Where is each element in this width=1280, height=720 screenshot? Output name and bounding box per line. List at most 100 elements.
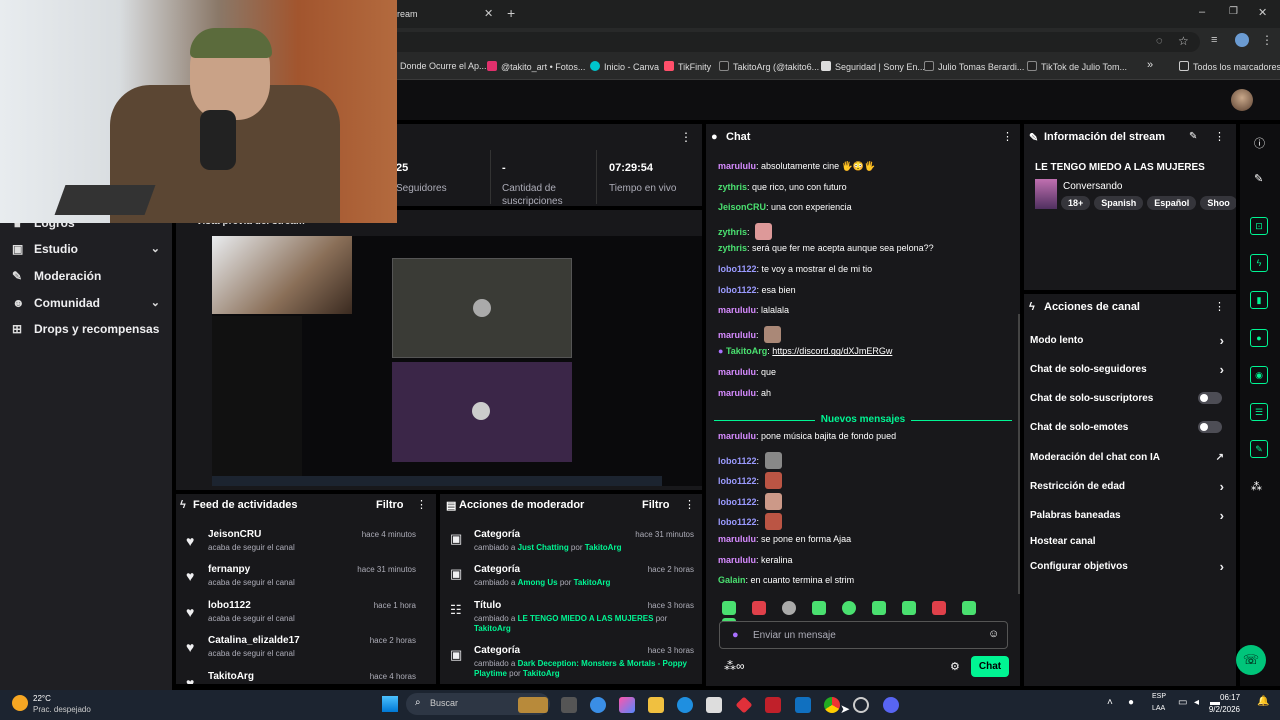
pencil-icon[interactable]: ✎	[1254, 172, 1263, 185]
emoji-icon[interactable]: ☺	[988, 628, 999, 640]
feed-row[interactable]: ♥ fernanpy acaba de seguir el canal hace 31…	[176, 564, 426, 600]
feed-row[interactable]: ♥ TakitoArg hace 4 horas	[176, 671, 426, 684]
emote-icon[interactable]	[872, 601, 886, 615]
sidebar-item-drops[interactable]: ⊞ Drops y recompensas	[12, 322, 172, 336]
new-tab-icon[interactable]: +	[507, 5, 515, 21]
mod-menu-icon[interactable]: ⋮	[684, 498, 695, 511]
stats-menu-icon[interactable]: ⋮	[680, 130, 692, 144]
emote-icon[interactable]	[755, 222, 773, 240]
chat-username[interactable]: zythris	[718, 227, 747, 237]
emote-icon[interactable]	[962, 601, 976, 615]
bookmark-item[interactable]: Donde Ocurre el Ap...	[400, 61, 487, 71]
gear-icon[interactable]: ⚙	[950, 660, 960, 673]
sidebar-item-moderacion[interactable]: ✎ Moderación	[12, 269, 160, 283]
quick-action-icon[interactable]: ◉	[1250, 366, 1268, 384]
mcafee-icon[interactable]	[765, 697, 781, 713]
quick-action-icon[interactable]: ϟ	[1250, 254, 1268, 272]
chat-username[interactable]: marululu	[718, 555, 756, 565]
close-tab-icon[interactable]: ✕	[484, 7, 493, 20]
chat-username[interactable]: JeisonCRU	[718, 202, 766, 212]
chat-username[interactable]: zythris	[718, 243, 747, 253]
feed-filter-button[interactable]: Filtro	[376, 499, 404, 511]
action-goals[interactable]: Configurar objetivos ›	[1030, 559, 1224, 574]
outlook-icon[interactable]	[795, 697, 811, 713]
clock-time[interactable]: 06:17	[1220, 693, 1240, 702]
quick-action-icon[interactable]: ☰	[1250, 403, 1268, 421]
language-indicator[interactable]: ESP	[1152, 693, 1166, 700]
emote-icon[interactable]	[764, 325, 782, 343]
mod-row[interactable]: ▣ Categoría hace 3 horas cambiado a Dark De…	[440, 645, 702, 684]
chat-username[interactable]: marululu	[718, 431, 756, 441]
chat-username[interactable]: lobo1122	[718, 285, 757, 295]
action-host-channel[interactable]: Hostear canal	[1030, 536, 1220, 547]
add-action-icon[interactable]: ⁂	[1251, 480, 1262, 493]
emote-icon[interactable]	[842, 601, 856, 615]
maximize-icon[interactable]: ❐	[1229, 6, 1238, 17]
bookmark-item[interactable]: Inicio - Canva	[590, 61, 659, 72]
emote-icon[interactable]	[722, 601, 736, 615]
emote-icon[interactable]	[902, 601, 916, 615]
mod-row[interactable]: ☷ Título hace 3 horas cambiado a LE TENGO M…	[440, 600, 702, 644]
chevron-up-icon[interactable]: ˄	[1107, 697, 1113, 708]
chat-username[interactable]: lobo1122	[718, 456, 757, 466]
bookmark-item[interactable]: Julio Tomas Berardi...	[924, 61, 1024, 72]
emote-icon[interactable]	[752, 601, 766, 615]
actions-menu-icon[interactable]: ⋮	[1214, 300, 1225, 313]
chat-menu-icon[interactable]: ⋮	[1002, 130, 1013, 143]
chat-text[interactable]: https://discord.gg/dXJmERGw	[772, 346, 892, 356]
mod-filter-button[interactable]: Filtro	[642, 499, 670, 511]
chat-username[interactable]: lobo1122	[718, 476, 757, 486]
action-banned-words[interactable]: Palabras baneadas ›	[1030, 508, 1224, 523]
tab-title[interactable]: ream	[397, 9, 418, 19]
file-explorer-icon[interactable]	[648, 697, 664, 713]
chat-username[interactable]: marululu	[718, 305, 756, 315]
bookmark-item[interactable]: TikTok de Julio Tom...	[1027, 61, 1127, 72]
emote-icon[interactable]	[812, 601, 826, 615]
emote-icon[interactable]	[932, 601, 946, 615]
edit-icon[interactable]: ✎	[1189, 131, 1197, 142]
emote-icon[interactable]	[764, 451, 782, 469]
quick-action-icon[interactable]: ●	[1250, 329, 1268, 347]
chevron-down-icon[interactable]: ⌄	[151, 242, 160, 255]
tag[interactable]: Shoo	[1200, 196, 1236, 210]
stream-preview-video[interactable]	[212, 236, 702, 486]
media-icon[interactable]: ≡	[1211, 34, 1217, 46]
action-age-restriction[interactable]: Restricción de edad ›	[1030, 479, 1224, 494]
chat-username[interactable]: lobo1122	[718, 517, 757, 527]
kebab-menu-icon[interactable]: ⋮	[1261, 33, 1273, 47]
window-close-icon[interactable]: ✕	[1258, 6, 1267, 19]
category-box-art[interactable]	[1035, 179, 1057, 209]
chrome-icon[interactable]	[824, 697, 840, 713]
volume-icon[interactable]: ◂	[1194, 697, 1199, 708]
feed-row[interactable]: ♥ Catalina_elizalde17 acaba de seguir el c…	[176, 635, 426, 671]
sidebar-item-comunidad[interactable]: ☻ Comunidad ⌄	[12, 296, 160, 310]
sidebar-item-estudio[interactable]: ▣ Estudio ⌄	[12, 242, 160, 256]
eye-off-icon[interactable]: ◌	[1156, 35, 1163, 47]
bookmark-item[interactable]: TikFinity	[664, 61, 711, 72]
bookmark-item[interactable]: TakitoArg (@takito6...	[719, 61, 819, 72]
chat-username[interactable]: Galain	[718, 575, 746, 585]
action-followers-only[interactable]: Chat de solo-seguidores ›	[1030, 362, 1224, 377]
support-icon[interactable]: ☏	[1236, 645, 1266, 675]
action-slow-mode[interactable]: Modo lento ›	[1030, 333, 1224, 348]
chat-username[interactable]: marululu	[718, 534, 756, 544]
minimize-icon[interactable]: –	[1199, 6, 1205, 18]
tag[interactable]: Español	[1147, 196, 1197, 210]
bookmark-item[interactable]: Seguridad | Sony En...	[821, 61, 925, 72]
tag[interactable]: 18+	[1061, 196, 1091, 210]
info-icon[interactable]: ⓘ	[1254, 135, 1265, 151]
stream-category[interactable]: Conversando	[1063, 181, 1122, 192]
info-menu-icon[interactable]: ⋮	[1214, 130, 1225, 143]
notifications-icon[interactable]: 🔔	[1257, 696, 1269, 707]
bookmarks-overflow-icon[interactable]: »	[1147, 59, 1153, 71]
emote-icon[interactable]	[764, 472, 782, 490]
feed-menu-icon[interactable]: ⋮	[416, 498, 427, 511]
chat-username[interactable]: zythris	[718, 182, 747, 192]
chat-username[interactable]: marululu	[718, 367, 756, 377]
feed-row[interactable]: ♥ JeisonCRU acaba de seguir el canal hace 4…	[176, 529, 426, 565]
network-icon[interactable]: ▭	[1178, 697, 1187, 708]
discord-icon[interactable]	[883, 697, 899, 713]
chevron-down-icon[interactable]: ⌄	[151, 296, 160, 309]
chat-username[interactable]: lobo1122	[718, 264, 757, 274]
emote-icon[interactable]	[782, 601, 796, 615]
